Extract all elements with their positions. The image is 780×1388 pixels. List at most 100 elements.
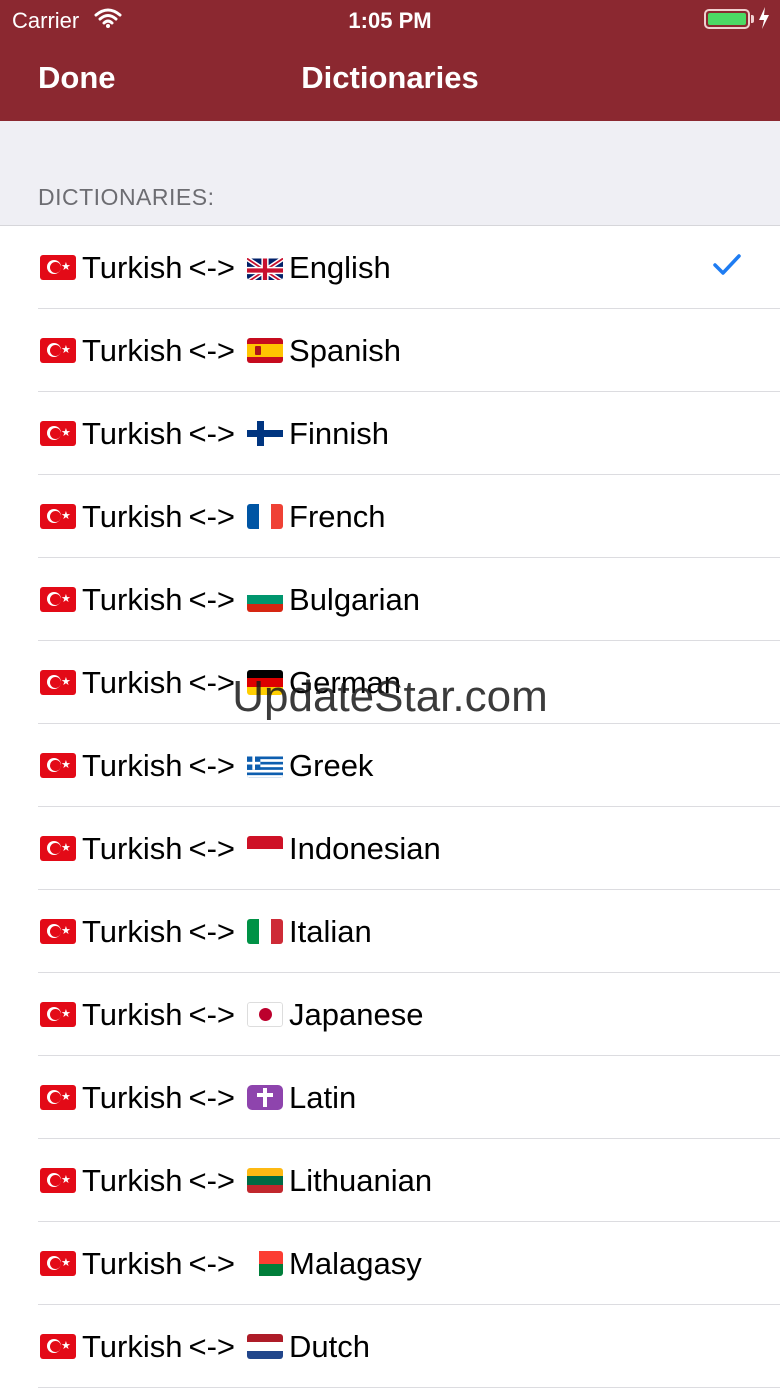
dictionary-row[interactable]: ★ Turkish <-> Dutch (0, 1305, 780, 1388)
turkey-flag-icon: ★ (40, 1251, 76, 1276)
target-language-label: Italian (289, 913, 372, 949)
dictionary-row[interactable]: ★ Turkish <-> Bulgarian (0, 558, 780, 641)
target-flag-icon (247, 255, 284, 280)
dictionary-row[interactable]: ★ Turkish <-> Spanish (0, 309, 780, 392)
target-language-label: Lithuanian (289, 1162, 433, 1198)
target-language-label: German (289, 664, 401, 700)
target-flag-icon (247, 421, 284, 446)
page-title: Dictionaries (301, 60, 479, 95)
dictionary-list: ★ Turkish <-> English ★ Turkish <-> Spanish ★ Tur… (0, 225, 780, 1388)
source-language-label: Turkish (82, 996, 183, 1032)
target-flag-icon (247, 753, 284, 778)
dictionary-row[interactable]: ★ Turkish <-> Finnish (0, 392, 780, 475)
dictionary-row[interactable]: ★ Turkish <-> Italian (0, 890, 780, 973)
dictionary-row[interactable]: ★ Turkish <-> Latin (0, 1056, 780, 1139)
bidirectional-separator: <-> (188, 415, 236, 451)
target-flag-icon (247, 1251, 284, 1276)
source-language-label: Turkish (82, 747, 183, 783)
turkey-flag-icon: ★ (40, 504, 76, 529)
turkey-flag-icon: ★ (40, 836, 76, 861)
target-language-label: Dutch (289, 1328, 370, 1364)
turkey-flag-icon: ★ (40, 587, 76, 612)
dictionary-row-content: ★ Turkish <-> Dutch (40, 1305, 370, 1388)
bidirectional-separator: <-> (188, 1079, 236, 1115)
source-language-label: Turkish (82, 913, 183, 949)
source-language-label: Turkish (82, 581, 183, 617)
bidirectional-separator: <-> (188, 498, 236, 534)
target-language-label: Finnish (289, 415, 389, 451)
bidirectional-separator: <-> (188, 1162, 236, 1198)
dictionary-row-content: ★ Turkish <-> Malagasy (40, 1222, 422, 1305)
dictionary-row-content: ★ Turkish <-> Indonesian (40, 807, 441, 890)
dictionary-row[interactable]: ★ Turkish <-> German (0, 641, 780, 724)
target-flag-icon (247, 587, 284, 612)
battery-icon (704, 9, 750, 29)
turkey-flag-icon: ★ (40, 919, 76, 944)
dictionary-row-content: ★ Turkish <-> Japanese (40, 973, 423, 1056)
dictionary-row-content: ★ Turkish <-> Latin (40, 1056, 356, 1139)
turkey-flag-icon: ★ (40, 1334, 76, 1359)
source-language-label: Turkish (82, 1162, 183, 1198)
target-flag-icon (247, 1002, 284, 1027)
bidirectional-separator: <-> (188, 581, 236, 617)
bidirectional-separator: <-> (188, 332, 236, 368)
checkmark-icon (713, 254, 741, 275)
dictionary-row[interactable]: ★ Turkish <-> Indonesian (0, 807, 780, 890)
target-language-label: Indonesian (289, 830, 441, 866)
target-language-label: Spanish (289, 332, 402, 368)
target-language-label: Greek (289, 747, 374, 783)
status-time: 1:05 PM (348, 8, 432, 33)
target-flag-icon (247, 338, 284, 363)
source-language-label: Turkish (82, 332, 183, 368)
target-flag-icon (247, 919, 284, 944)
source-language-label: Turkish (82, 1328, 183, 1364)
turkey-flag-icon: ★ (40, 753, 76, 778)
target-flag-icon (247, 1334, 284, 1359)
battery-tip (751, 15, 754, 23)
target-language-label: Bulgarian (289, 581, 420, 617)
source-language-label: Turkish (82, 1245, 183, 1281)
turkey-flag-icon: ★ (40, 1085, 76, 1110)
bidirectional-separator: <-> (188, 664, 236, 700)
target-language-label: Latin (289, 1079, 357, 1115)
turkey-flag-icon: ★ (40, 255, 76, 280)
dictionary-row-content: ★ Turkish <-> Greek (40, 724, 373, 807)
source-language-label: Turkish (82, 498, 183, 534)
dictionary-row-content: ★ Turkish <-> Lithuanian (40, 1139, 432, 1222)
turkey-flag-icon: ★ (40, 1002, 76, 1027)
dictionary-row[interactable]: ★ Turkish <-> Malagasy (0, 1222, 780, 1305)
top-bar: Carrier 1:05 PM Done Dictionaries (0, 0, 780, 121)
source-language-label: Turkish (82, 830, 183, 866)
turkey-flag-icon: ★ (40, 421, 76, 446)
target-language-label: Japanese (289, 996, 424, 1032)
target-flag-icon (247, 836, 284, 861)
dictionary-row-content: ★ Turkish <-> Finnish (40, 392, 389, 475)
navigation-bar: Done Dictionaries (0, 40, 780, 121)
dictionary-row-content: ★ Turkish <-> Bulgarian (40, 558, 420, 641)
turkey-flag-icon: ★ (40, 338, 76, 363)
target-flag-icon (247, 1168, 284, 1193)
target-language-label: Malagasy (289, 1245, 422, 1281)
latin-cross-icon (247, 1085, 284, 1110)
bidirectional-separator: <-> (188, 1328, 236, 1364)
source-language-label: Turkish (82, 664, 183, 700)
source-language-label: Turkish (82, 415, 183, 451)
dictionary-row-content: ★ Turkish <-> Spanish (40, 309, 401, 392)
target-flag-icon (247, 670, 284, 695)
dictionary-row[interactable]: ★ Turkish <-> Japanese (0, 973, 780, 1056)
status-bar: Carrier 1:05 PM (0, 0, 780, 40)
dictionary-row[interactable]: ★ Turkish <-> French (0, 475, 780, 558)
dictionary-row-content: ★ Turkish <-> French (40, 475, 386, 558)
bidirectional-separator: <-> (188, 996, 236, 1032)
turkey-flag-icon: ★ (40, 1168, 76, 1193)
dictionary-row[interactable]: ★ Turkish <-> English (0, 226, 780, 309)
bidirectional-separator: <-> (188, 913, 236, 949)
dictionary-row[interactable]: ★ Turkish <-> Greek (0, 724, 780, 807)
dictionary-row[interactable]: ★ Turkish <-> Lithuanian (0, 1139, 780, 1222)
target-language-label: English (289, 249, 391, 285)
dictionary-row-content: ★ Turkish <-> Italian (40, 890, 372, 973)
target-flag-icon (247, 504, 284, 529)
bidirectional-separator: <-> (188, 249, 236, 285)
dictionary-row-content: ★ Turkish <-> English (40, 226, 391, 309)
source-language-label: Turkish (82, 249, 183, 285)
